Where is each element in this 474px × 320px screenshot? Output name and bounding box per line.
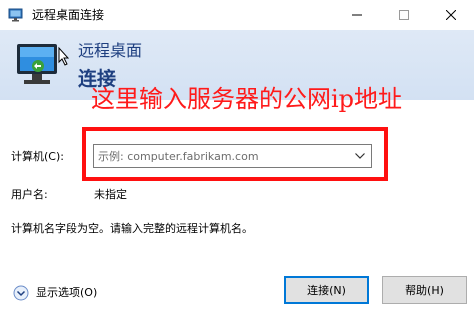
user-value: 未指定 <box>94 188 127 201</box>
connect-button[interactable]: 连接(N) <box>284 276 369 304</box>
help-button[interactable]: 帮助(H) <box>382 276 467 304</box>
computer-dropdown-button[interactable] <box>353 149 367 163</box>
window-title: 远程桌面连接 <box>32 8 105 22</box>
computer-label: 计算机(C): <box>11 150 64 163</box>
maximize-button[interactable] <box>381 0 427 30</box>
expand-chevron-icon <box>13 285 29 301</box>
show-options-label: 显示选项(O) <box>36 286 98 299</box>
chevron-down-icon <box>355 153 365 159</box>
minimize-button[interactable] <box>334 0 380 30</box>
user-label: 用户名: <box>11 188 48 201</box>
remote-desktop-monitor-icon <box>17 44 70 84</box>
computer-combobox[interactable] <box>93 144 372 168</box>
annotation-text: 这里输入服务器的公网ip地址 <box>91 85 403 113</box>
show-options-toggle[interactable]: 显示选项(O) <box>13 285 97 301</box>
minimize-icon <box>352 14 362 16</box>
title-bar: 远程桌面连接 <box>0 0 474 30</box>
remote-desktop-app-icon <box>8 8 23 22</box>
maximize-icon <box>399 10 409 20</box>
info-message: 计算机名字段为空。请输入完整的远程计算机名。 <box>11 222 253 235</box>
close-button[interactable] <box>428 0 474 30</box>
close-icon <box>446 10 456 20</box>
header-subtitle: 远程桌面 <box>78 41 143 60</box>
computer-input[interactable] <box>94 145 348 167</box>
